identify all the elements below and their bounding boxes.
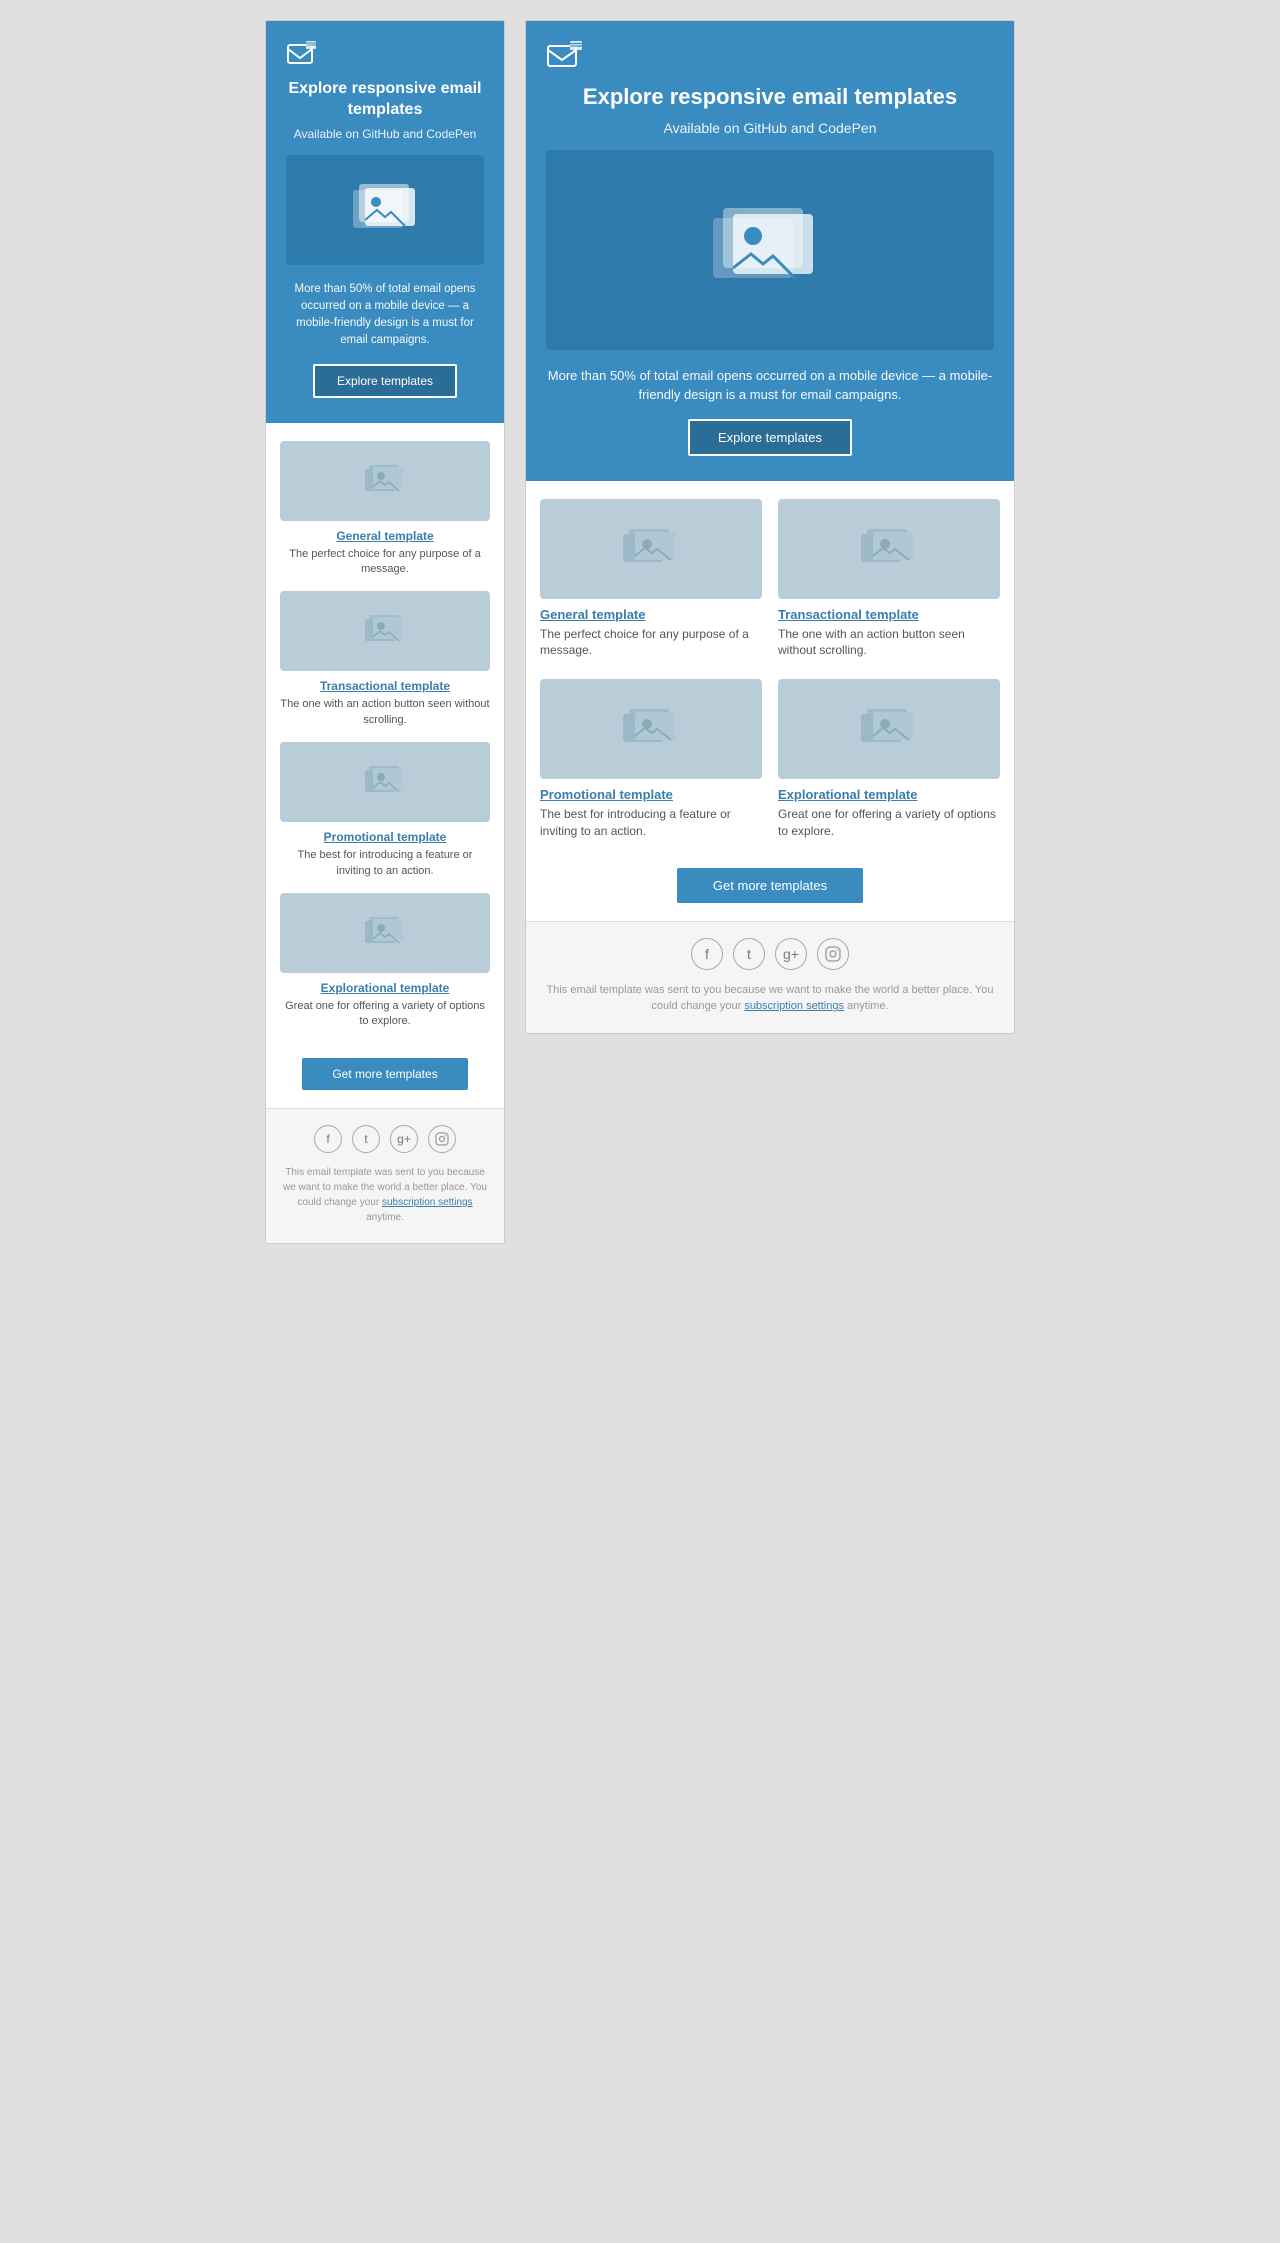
narrow-template-desc-1: The one with an action button seen witho… xyxy=(280,697,490,728)
narrow-templates-section: General template The perfect choice for … xyxy=(266,423,504,1048)
wide-template-desc-0: The perfect choice for any purpose of a … xyxy=(540,626,762,660)
wide-template-name-0[interactable]: General template xyxy=(540,607,646,622)
wide-googleplus-icon[interactable]: g+ xyxy=(775,938,807,970)
narrow-googleplus-icon[interactable]: g+ xyxy=(390,1125,418,1153)
narrow-template-item-1: Transactional template The one with an a… xyxy=(280,591,490,728)
narrow-hero: Explore responsive email templates Avail… xyxy=(266,21,504,423)
wide-template-desc-1: The one with an action button seen witho… xyxy=(778,626,1000,660)
narrow-facebook-icon[interactable]: f xyxy=(314,1125,342,1153)
wide-preview: Explore responsive email templates Avail… xyxy=(525,20,1015,1244)
narrow-template-desc-2: The best for introducing a feature or in… xyxy=(280,848,490,879)
wide-email-card: Explore responsive email templates Avail… xyxy=(525,20,1015,1034)
wide-get-more-button[interactable]: Get more templates xyxy=(677,868,863,903)
narrow-template-item-0: General template The perfect choice for … xyxy=(280,441,490,578)
narrow-template-thumb-1 xyxy=(280,591,490,671)
narrow-instagram-icon[interactable] xyxy=(428,1125,456,1153)
narrow-footer: f t g+ This email template was sent to y… xyxy=(266,1108,504,1243)
wide-facebook-icon[interactable]: f xyxy=(691,938,723,970)
wide-template-item-0: General template The perfect choice for … xyxy=(540,499,762,660)
wide-template-thumb-3 xyxy=(778,679,1000,779)
narrow-twitter-icon[interactable]: t xyxy=(352,1125,380,1153)
wide-template-item-3: Explorational template Great one for off… xyxy=(778,679,1000,840)
wide-hero-title: Explore responsive email templates xyxy=(546,83,994,112)
wide-template-name-1[interactable]: Transactional template xyxy=(778,607,919,622)
wide-template-thumb-2 xyxy=(540,679,762,779)
wide-template-name-3[interactable]: Explorational template xyxy=(778,787,917,802)
wide-hero: Explore responsive email templates Avail… xyxy=(526,21,1014,481)
narrow-hero-title: Explore responsive email templates xyxy=(286,79,484,121)
narrow-hero-envelope-icon xyxy=(286,41,484,69)
narrow-template-name-3[interactable]: Explorational template xyxy=(321,981,450,995)
narrow-template-item-2: Promotional template The best for introd… xyxy=(280,742,490,879)
narrow-template-name-0[interactable]: General template xyxy=(336,529,433,543)
wide-hero-envelope-icon xyxy=(546,41,994,73)
narrow-hero-image xyxy=(286,155,484,265)
wide-template-name-2[interactable]: Promotional template xyxy=(540,787,673,802)
narrow-template-name-1[interactable]: Transactional template xyxy=(320,679,450,693)
narrow-hero-body-text: More than 50% of total email opens occur… xyxy=(286,281,484,350)
wide-subscription-link[interactable]: subscription settings xyxy=(744,1000,844,1012)
narrow-template-thumb-2 xyxy=(280,742,490,822)
wide-footer-text: This email template was sent to you beca… xyxy=(540,982,1000,1015)
wide-hero-subtitle: Available on GitHub and CodePen xyxy=(546,120,994,136)
narrow-get-more-section: Get more templates xyxy=(266,1048,504,1108)
wide-hero-image xyxy=(546,150,994,350)
wide-template-item-1: Transactional template The one with an a… xyxy=(778,499,1000,660)
narrow-template-desc-0: The perfect choice for any purpose of a … xyxy=(280,547,490,578)
narrow-footer-text: This email template was sent to you beca… xyxy=(280,1165,490,1225)
narrow-template-desc-3: Great one for offering a variety of opti… xyxy=(280,999,490,1030)
wide-hero-body-text: More than 50% of total email opens occur… xyxy=(546,366,994,405)
wide-instagram-icon[interactable] xyxy=(817,938,849,970)
wide-get-more-section: Get more templates xyxy=(526,858,1014,921)
narrow-template-name-2[interactable]: Promotional template xyxy=(324,830,447,844)
narrow-get-more-button[interactable]: Get more templates xyxy=(302,1058,467,1090)
wide-social-icons: f t g+ xyxy=(540,938,1000,970)
narrow-email-card: Explore responsive email templates Avail… xyxy=(265,20,505,1244)
wide-template-thumb-1 xyxy=(778,499,1000,599)
wide-template-desc-2: The best for introducing a feature or in… xyxy=(540,806,762,840)
narrow-template-grid: General template The perfect choice for … xyxy=(280,441,490,1030)
narrow-template-thumb-0 xyxy=(280,441,490,521)
narrow-template-thumb-3 xyxy=(280,893,490,973)
narrow-template-item-3: Explorational template Great one for off… xyxy=(280,893,490,1030)
narrow-hero-subtitle: Available on GitHub and CodePen xyxy=(286,127,484,141)
wide-template-item-2: Promotional template The best for introd… xyxy=(540,679,762,840)
wide-footer: f t g+ This email template was sent to y… xyxy=(526,921,1014,1033)
wide-template-grid: General template The perfect choice for … xyxy=(540,499,1000,840)
wide-template-thumb-0 xyxy=(540,499,762,599)
narrow-preview: Explore responsive email templates Avail… xyxy=(265,20,505,1244)
narrow-subscription-link[interactable]: subscription settings xyxy=(382,1197,473,1208)
wide-template-desc-3: Great one for offering a variety of opti… xyxy=(778,806,1000,840)
wide-templates-section: General template The perfect choice for … xyxy=(526,481,1014,858)
narrow-social-icons: f t g+ xyxy=(280,1125,490,1153)
narrow-explore-button[interactable]: Explore templates xyxy=(313,364,457,398)
wide-twitter-icon[interactable]: t xyxy=(733,938,765,970)
wide-explore-button[interactable]: Explore templates xyxy=(688,419,852,456)
